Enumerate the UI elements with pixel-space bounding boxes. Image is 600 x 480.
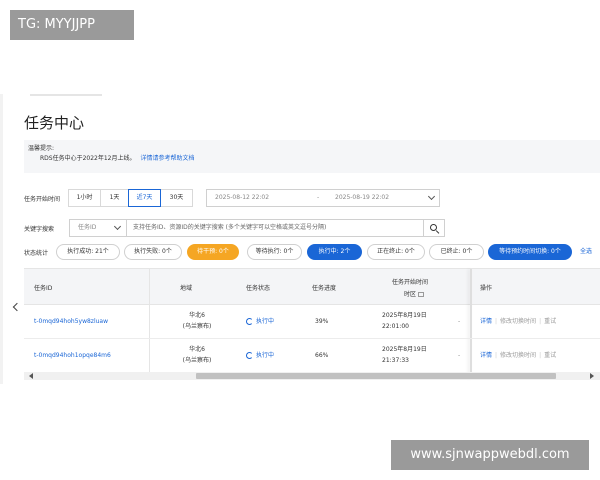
- region-name: 华北6: [189, 346, 205, 353]
- stat-pill-pending-intervention[interactable]: 待干预: 0个: [187, 244, 239, 260]
- header-region: 地域: [180, 285, 193, 292]
- keyword-label: 关键字搜索: [24, 226, 55, 233]
- watermark-top: TG: MYYJJPP: [10, 10, 134, 40]
- progress-cell: 66%: [315, 352, 329, 359]
- stat-pill-waiting-switch[interactable]: 等待预约时间切换: 0个: [488, 244, 572, 260]
- header-actions: 操作: [480, 285, 493, 292]
- header-progress: 任务进度: [312, 285, 337, 292]
- detail-link[interactable]: 详情: [480, 318, 492, 325]
- header-start-time: 任务开始时间: [392, 279, 429, 286]
- time-range-buttons: 1小时 1天 近7天 30天: [68, 189, 193, 207]
- scroll-left-arrow-icon[interactable]: [29, 373, 33, 379]
- page-title: 任务中心: [24, 114, 85, 132]
- status-text: 执行中: [256, 352, 275, 359]
- status-cell: 执行中: [246, 316, 274, 327]
- action-divider: |: [539, 352, 542, 359]
- action-divider: |: [539, 318, 542, 325]
- region-zone: (乌兰察布): [182, 357, 212, 364]
- spinner-icon: [246, 318, 253, 325]
- keyword-type-value: 任务ID: [78, 224, 97, 231]
- task-id-link[interactable]: t-0mqd94hoh5yw8zluaw: [34, 316, 108, 327]
- table-header: 任务ID 地域 任务状态 任务进度 任务开始时间 时区 操作: [24, 269, 600, 305]
- chevron-down-icon: [113, 222, 122, 231]
- start-clock: 22:01:00: [382, 323, 409, 330]
- stat-pill-failed[interactable]: 执行失败: 0个: [124, 244, 182, 260]
- start-time-cell: 2025年8月19日 22:01:00: [382, 310, 427, 332]
- stat-pill-terminated[interactable]: 已终止: 0个: [429, 244, 484, 260]
- region-zone: (乌兰察布): [182, 323, 212, 330]
- notice-title: 温馨提示:: [28, 145, 55, 152]
- left-edge-bar: [0, 94, 3, 384]
- time-btn-7d[interactable]: 近7天: [128, 189, 161, 207]
- timezone-cell: -: [458, 318, 461, 325]
- table-row: t-0mqd94hoh1opqe84m6 华北6 (乌兰察布) 执行中 66% …: [24, 339, 600, 373]
- search-icon-handle: [435, 230, 440, 235]
- stat-pill-terminating[interactable]: 正在终止: 0个: [367, 244, 425, 260]
- keyword-type-select[interactable]: 任务ID: [69, 219, 127, 237]
- stat-pill-running[interactable]: 执行中: 2个: [307, 244, 362, 260]
- help-doc-link[interactable]: 详情请参考帮助文档: [141, 155, 195, 162]
- start-date: 2025年8月19日: [382, 312, 427, 319]
- select-all-link[interactable]: 全选: [580, 244, 592, 260]
- date-end: 2025-08-19 22:02: [335, 194, 390, 201]
- collapse-sidebar-handle[interactable]: [9, 294, 22, 322]
- header-task-id: 任务ID: [34, 285, 53, 292]
- status-cell: 执行中: [246, 350, 274, 361]
- watermark-bottom: www.sjnwappwebdl.com: [391, 440, 589, 470]
- date-start: 2025-08-12 22:02: [215, 194, 270, 201]
- date-range-picker[interactable]: 2025-08-12 22:02 - 2025-08-19 22:02: [206, 189, 440, 207]
- task-table: 任务ID 地域 任务状态 任务进度 任务开始时间 时区 操作 t-0mqd94h…: [24, 268, 600, 379]
- spinner-icon: [246, 352, 253, 359]
- notice-box: 温馨提示: RDS任务中心于2022年12月上线。 详情请参考帮助文档: [24, 140, 600, 173]
- modify-switch-time-link[interactable]: 修改切换时间: [500, 352, 536, 359]
- detail-link[interactable]: 详情: [480, 352, 492, 359]
- time-btn-1h[interactable]: 1小时: [68, 189, 101, 207]
- modify-switch-time-link[interactable]: 修改切换时间: [500, 318, 536, 325]
- search-button[interactable]: [423, 219, 445, 237]
- notice-body: RDS任务中心于2022年12月上线。 详情请参考帮助文档: [28, 154, 596, 164]
- notice-text: RDS任务中心于2022年12月上线。: [40, 155, 136, 162]
- stat-pill-success[interactable]: 执行成功: 21个: [56, 244, 120, 260]
- chevron-left-icon: [12, 302, 22, 312]
- retry-link[interactable]: 重试: [544, 318, 556, 325]
- status-text: 执行中: [256, 318, 275, 325]
- action-divider: |: [495, 352, 498, 359]
- status-stats-label: 状态统计: [24, 250, 49, 257]
- date-separator: -: [317, 194, 320, 201]
- task-center-panel: 任务中心 温馨提示: RDS任务中心于2022年12月上线。 详情请参考帮助文档 …: [0, 94, 600, 384]
- region-cell: 华北6 (乌兰察布): [172, 344, 222, 366]
- task-id-link[interactable]: t-0mqd94hoh1opqe84m6: [34, 350, 111, 361]
- progress-cell: 39%: [315, 318, 329, 325]
- time-btn-30d[interactable]: 30天: [160, 189, 193, 207]
- stat-pill-waiting[interactable]: 等待执行: 0个: [247, 244, 302, 260]
- retry-link[interactable]: 重试: [544, 352, 556, 359]
- start-time-cell: 2025年8月19日 21:37:33: [382, 344, 427, 366]
- breadcrumb: [30, 94, 102, 96]
- region-cell: 华北6 (乌兰察布): [172, 310, 222, 332]
- filter-icon: [418, 292, 425, 297]
- scroll-right-arrow-icon[interactable]: [590, 373, 594, 379]
- actions-cell: 详情 | 修改切换时间 | 重试: [480, 316, 556, 327]
- start-clock: 21:37:33: [382, 357, 409, 364]
- timezone-cell: -: [458, 352, 461, 359]
- scrollbar-thumb[interactable]: [196, 373, 556, 379]
- time-btn-1d[interactable]: 1天: [100, 189, 129, 207]
- chevron-down-icon: [427, 192, 436, 201]
- header-timezone[interactable]: 时区: [404, 289, 425, 298]
- action-divider: |: [495, 318, 498, 325]
- actions-cell: 详情 | 修改切换时间 | 重试: [480, 350, 556, 361]
- keyword-search-input[interactable]: 支持任务ID、资源ID的关键字搜索 (多个关键字可以空格或英文逗号分隔): [126, 219, 424, 237]
- header-status: 任务状态: [246, 285, 271, 292]
- table-row: t-0mqd94hoh5yw8zluaw 华北6 (乌兰察布) 执行中 39% …: [24, 305, 600, 339]
- timezone-label: 时区: [404, 291, 417, 298]
- region-name: 华北6: [189, 312, 205, 319]
- time-filter-label: 任务开始时间: [24, 196, 61, 203]
- horizontal-scrollbar[interactable]: [24, 372, 600, 380]
- start-date: 2025年8月19日: [382, 346, 427, 353]
